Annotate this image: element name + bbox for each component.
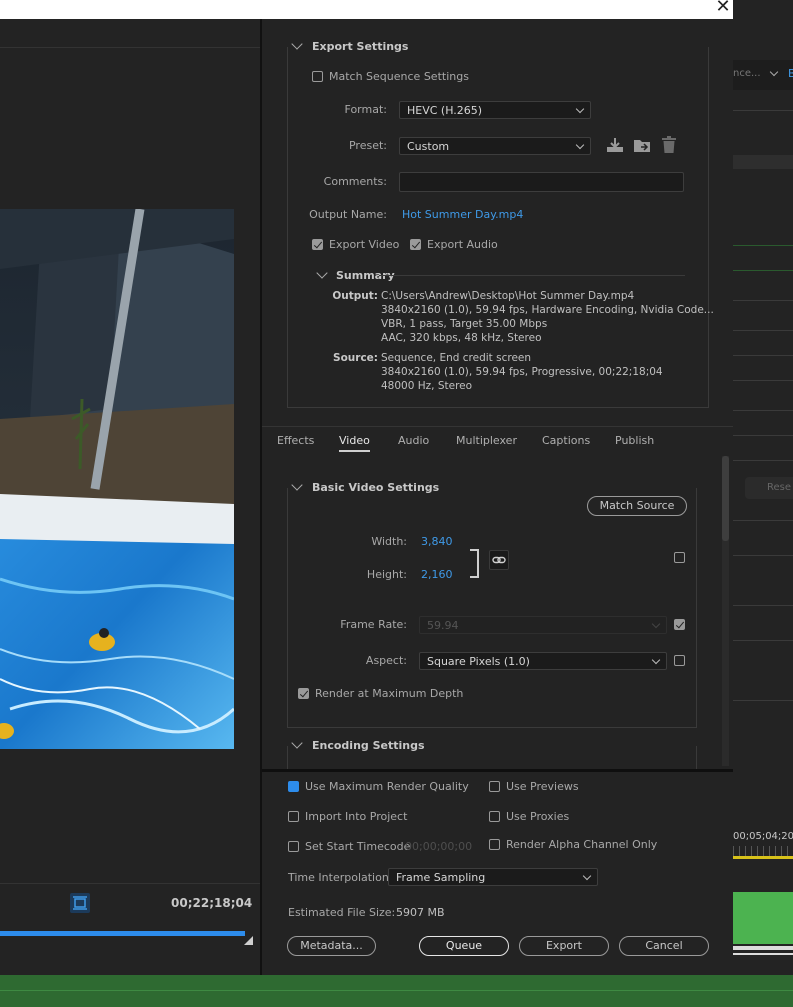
- export-settings-dialog: Export Settings Match Sequence Settings …: [260, 19, 733, 975]
- fit-frame-icon[interactable]: [70, 893, 90, 913]
- export-settings-header: Export Settings: [312, 40, 409, 53]
- timeline-timecode: 00;05;04;20: [733, 831, 793, 842]
- estimated-size-value: 5907 MB: [396, 906, 445, 919]
- comments-input[interactable]: [399, 172, 684, 192]
- height-label: Height:: [366, 568, 407, 581]
- encoding-settings-header: Encoding Settings: [312, 739, 425, 752]
- delete-preset-icon[interactable]: [662, 136, 676, 156]
- settings-scrollbar[interactable]: [722, 456, 729, 766]
- summary-output-label: Output:: [332, 290, 378, 302]
- tab-publish[interactable]: Publish: [615, 434, 654, 447]
- window-title-bar: ✕: [0, 0, 733, 19]
- use-previews-checkbox[interactable]: [489, 781, 500, 792]
- summary-output-line: 3840x2160 (1.0), 59.94 fps, Hardware Enc…: [381, 304, 714, 316]
- use-previews-label: Use Previews: [506, 780, 579, 793]
- dimension-bracket: [470, 549, 479, 578]
- tab-video[interactable]: Video: [339, 434, 370, 452]
- preset-dropdown[interactable]: Custom: [399, 137, 591, 155]
- chevron-down-icon: [651, 655, 661, 665]
- use-proxies-label: Use Proxies: [506, 810, 570, 823]
- basic-video-header: Basic Video Settings: [312, 481, 440, 494]
- render-alpha-only-checkbox[interactable]: [489, 839, 500, 850]
- override-aspect-checkbox[interactable]: [674, 655, 685, 666]
- chevron-down-icon: [582, 871, 592, 881]
- close-icon[interactable]: ✕: [713, 0, 733, 17]
- height-value[interactable]: 2,160: [421, 568, 453, 581]
- render-max-depth-checkbox[interactable]: [298, 688, 309, 699]
- width-value[interactable]: 3,840: [421, 535, 453, 548]
- summary-output-line: AAC, 320 kbps, 48 kHz, Stereo: [381, 332, 542, 344]
- use-proxies-checkbox[interactable]: [489, 811, 500, 822]
- match-sequence-checkbox[interactable]: [312, 71, 323, 82]
- summary-source-label: Source:: [333, 352, 378, 364]
- tab-audio[interactable]: Audio: [398, 434, 429, 447]
- time-interpolation-label: Time Interpolation:: [288, 871, 393, 884]
- tab-captions[interactable]: Captions: [542, 434, 590, 447]
- import-into-project-checkbox[interactable]: [288, 811, 299, 822]
- chevron-down-icon: [575, 104, 585, 114]
- aspect-label: Aspect:: [365, 654, 407, 667]
- width-label: Width:: [371, 535, 407, 548]
- set-start-timecode-checkbox[interactable]: [288, 841, 299, 852]
- tab-multiplexer[interactable]: Multiplexer: [456, 434, 517, 447]
- background-reset-button: Rese: [745, 477, 793, 499]
- output-name-label: Output Name:: [309, 208, 387, 221]
- export-video-label: Export Video: [329, 238, 400, 251]
- aspect-dropdown[interactable]: Square Pixels (1.0): [419, 652, 667, 670]
- link-chain-icon[interactable]: [489, 550, 509, 570]
- output-name-link[interactable]: Hot Summer Day.mp4: [402, 208, 523, 221]
- timeline-clip: [733, 892, 793, 944]
- queue-button[interactable]: Queue: [419, 936, 509, 956]
- start-timecode-value: 00;00;00;00: [405, 840, 473, 853]
- scrollbar-thumb[interactable]: [722, 456, 729, 541]
- summary-output-line: C:\Users\Andrew\Desktop\Hot Summer Day.m…: [381, 290, 635, 302]
- cancel-button[interactable]: Cancel: [619, 936, 709, 956]
- import-preset-icon[interactable]: [633, 137, 651, 156]
- override-size-checkbox[interactable]: [674, 552, 685, 563]
- export-video-checkbox[interactable]: [312, 239, 323, 250]
- background-partial-label-b: B: [788, 67, 793, 80]
- override-frame-rate-checkbox[interactable]: [674, 619, 685, 630]
- chevron-down-icon: [651, 619, 661, 629]
- export-button[interactable]: Export: [519, 936, 609, 956]
- import-into-project-label: Import Into Project: [305, 810, 408, 823]
- summary-source-line: 3840x2160 (1.0), 59.94 fps, Progressive,…: [381, 366, 663, 378]
- render-max-depth-label: Render at Maximum Depth: [315, 687, 464, 700]
- export-audio-label: Export Audio: [427, 238, 498, 251]
- preview-timecode: 00;22;18;04: [171, 896, 253, 910]
- tab-effects[interactable]: Effects: [277, 434, 314, 447]
- timeline-green-track: [0, 975, 793, 1007]
- time-interpolation-dropdown[interactable]: Frame Sampling: [388, 868, 598, 886]
- frame-rate-label: Frame Rate:: [340, 618, 407, 631]
- estimated-size-label: Estimated File Size:: [288, 906, 396, 919]
- render-alpha-only-label: Render Alpha Channel Only: [506, 838, 658, 851]
- metadata-button[interactable]: Metadata...: [287, 936, 376, 956]
- format-dropdown[interactable]: HEVC (H.265): [399, 101, 591, 119]
- comments-label: Comments:: [323, 175, 387, 188]
- scrubber-end-marker[interactable]: [244, 936, 253, 945]
- frame-rate-dropdown: 59.94: [419, 616, 667, 634]
- chevron-down-icon: [575, 140, 585, 150]
- preset-label: Preset:: [348, 139, 387, 152]
- summary-source-line: Sequence, End credit screen: [381, 352, 532, 364]
- use-max-render-quality-checkbox[interactable]: [288, 781, 299, 792]
- match-source-button[interactable]: Match Source: [587, 496, 687, 516]
- summary-output-line: VBR, 1 pass, Target 35.00 Mbps: [381, 318, 548, 330]
- background-app-panel: nce... B Rese 00;05;04;20: [733, 0, 793, 1007]
- preview-scrubber-bar[interactable]: [0, 931, 245, 936]
- summary-source-line: 48000 Hz, Stereo: [381, 380, 473, 392]
- background-partial-label: nce...: [733, 68, 761, 79]
- use-max-render-quality-label: Use Maximum Render Quality: [305, 780, 469, 793]
- match-sequence-label: Match Sequence Settings: [329, 70, 469, 83]
- save-preset-icon[interactable]: [606, 137, 624, 156]
- set-start-timecode-label: Set Start Timecode: [305, 840, 411, 853]
- export-audio-checkbox[interactable]: [410, 239, 421, 250]
- video-preview-image: [0, 209, 234, 749]
- format-label: Format:: [344, 103, 387, 116]
